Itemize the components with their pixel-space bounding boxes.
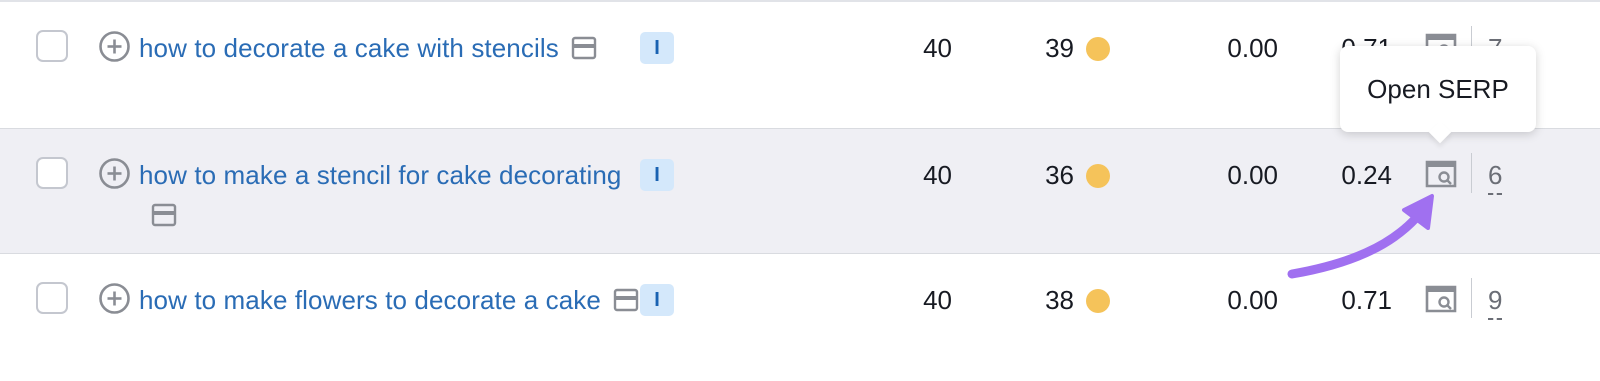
keyword-text: how to decorate a cake with stencils <box>139 33 559 63</box>
tooltip-text: Open SERP <box>1367 74 1509 104</box>
results-link[interactable]: 6 <box>1488 155 1503 195</box>
keyword-link[interactable]: how to make flowers to decorate a cake <box>139 280 649 320</box>
serp-preview-icon[interactable] <box>1424 284 1458 314</box>
column-separator <box>1471 153 1472 193</box>
keyword-link[interactable]: how to make a stencil for cake decoratin… <box>139 155 649 235</box>
plus-circle-icon[interactable] <box>98 282 131 315</box>
intent-badge[interactable]: I <box>640 284 674 316</box>
cpc-value: 0.00 <box>1227 160 1278 190</box>
serp-features-icon[interactable] <box>151 203 177 227</box>
keyword-text: how to make flowers to decorate a cake <box>139 285 601 315</box>
kd-value: 36 <box>1045 160 1074 190</box>
row-checkbox[interactable] <box>36 157 68 189</box>
serp-features-icon[interactable] <box>613 288 639 312</box>
kd-indicator-dot <box>1086 289 1110 313</box>
cpc-value: 0.00 <box>1227 285 1278 315</box>
intent-badge[interactable]: I <box>640 159 674 191</box>
competition-value: 0.71 <box>1341 285 1392 315</box>
keyword-link[interactable]: how to decorate a cake with stencils <box>139 28 649 68</box>
intent-badge[interactable]: I <box>640 32 674 64</box>
volume-value: 40 <box>923 33 952 63</box>
column-separator <box>1471 278 1472 318</box>
open-serp-tooltip: Open SERP <box>1340 46 1536 144</box>
keyword-text: how to make a stencil for cake decoratin… <box>139 160 622 190</box>
row-checkbox[interactable] <box>36 30 68 62</box>
plus-circle-icon[interactable] <box>98 157 131 190</box>
volume-value: 40 <box>923 160 952 190</box>
row-checkbox[interactable] <box>36 282 68 314</box>
kd-value: 39 <box>1045 33 1074 63</box>
kd-indicator-dot <box>1086 164 1110 188</box>
results-link[interactable]: 9 <box>1488 280 1503 320</box>
kd-indicator-dot <box>1086 37 1110 61</box>
volume-value: 40 <box>923 285 952 315</box>
serp-preview-icon[interactable] <box>1424 159 1458 189</box>
cpc-value: 0.00 <box>1227 33 1278 63</box>
serp-features-icon[interactable] <box>571 36 597 60</box>
kd-value: 38 <box>1045 285 1074 315</box>
annotation-arrow <box>1287 194 1434 279</box>
plus-circle-icon[interactable] <box>98 30 131 63</box>
